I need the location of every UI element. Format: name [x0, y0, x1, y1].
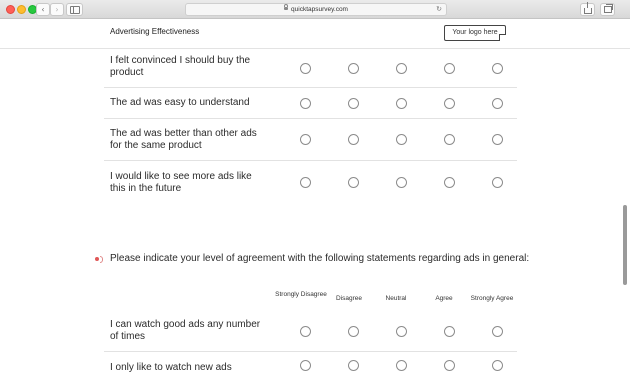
page-curl-icon [499, 34, 506, 41]
sidebar-icon [69, 6, 80, 14]
matrix-row: The ad was easy to understand [104, 88, 517, 119]
row-label: The ad was better than other ads for the… [110, 128, 257, 151]
page-scrollbar[interactable] [623, 205, 627, 285]
radio-option[interactable] [492, 177, 503, 188]
audio-required-icon [95, 256, 103, 263]
radio-option[interactable] [492, 63, 503, 74]
radio-option[interactable] [348, 63, 359, 74]
radio-option[interactable] [396, 360, 407, 371]
tabs-icon [603, 4, 613, 13]
tabs-button[interactable] [600, 3, 615, 16]
radio-option[interactable] [444, 177, 455, 188]
radio-option[interactable] [492, 98, 503, 109]
address-url: quicktapsurvey.com [291, 6, 348, 13]
radio-option[interactable] [300, 98, 311, 109]
radio-option[interactable] [444, 63, 455, 74]
matrix-row: I only like to watch new ads [104, 352, 517, 380]
radio-option[interactable] [396, 177, 407, 188]
matrix-row: I would like to see more ads like this i… [104, 161, 517, 205]
row-label: I felt convinced I should buy the produc… [110, 55, 251, 78]
radio-option[interactable] [444, 98, 455, 109]
radio-option[interactable] [300, 326, 311, 337]
address-bar[interactable]: quicktapsurvey.com ↻ [185, 3, 447, 16]
logo-text: Your logo here [452, 29, 498, 36]
radio-option[interactable] [396, 326, 407, 337]
sidebar-button[interactable] [66, 3, 83, 16]
row-label: I can watch good ads any number of times [110, 319, 261, 342]
radio-option[interactable] [300, 63, 311, 74]
radio-option[interactable] [348, 360, 359, 371]
row-label: I only like to watch new ads [110, 362, 232, 373]
survey-header: Advertising Effectiveness Your logo here [0, 19, 630, 49]
radio-option[interactable] [396, 134, 407, 145]
minimize-window-button[interactable] [17, 5, 26, 14]
browser-toolbar: ‹ › quicktapsurvey.com ↻ [0, 0, 630, 19]
radio-option[interactable] [444, 326, 455, 337]
matrix-row: I can watch good ads any number of times [104, 312, 517, 352]
reload-icon[interactable]: ↻ [436, 4, 442, 15]
back-button[interactable]: ‹ [36, 3, 50, 16]
radio-option[interactable] [300, 134, 311, 145]
matrix-row: The ad was better than other ads for the… [104, 119, 517, 161]
radio-option[interactable] [300, 360, 311, 371]
matrix-row: I felt convinced I should buy the produc… [104, 49, 517, 88]
share-button[interactable] [580, 2, 595, 16]
radio-option[interactable] [348, 134, 359, 145]
forward-button[interactable]: › [50, 3, 64, 16]
radio-option[interactable] [300, 177, 311, 188]
radio-option[interactable] [492, 326, 503, 337]
radio-option[interactable] [348, 98, 359, 109]
radio-option[interactable] [492, 134, 503, 145]
radio-option[interactable] [444, 360, 455, 371]
radio-option[interactable] [492, 360, 503, 371]
logo-placeholder: Your logo here [444, 25, 506, 41]
row-label: The ad was easy to understand [110, 97, 250, 108]
row-label: I would like to see more ads like this i… [110, 171, 252, 194]
forward-icon: › [55, 5, 59, 14]
radio-option[interactable] [396, 63, 407, 74]
radio-option[interactable] [348, 326, 359, 337]
close-window-button[interactable] [6, 5, 15, 14]
column-header: Strongly Agree [470, 295, 514, 302]
radio-option[interactable] [396, 98, 407, 109]
radio-option[interactable] [444, 134, 455, 145]
survey-title: Advertising Effectiveness [110, 27, 200, 36]
lock-icon [284, 4, 289, 10]
radio-option[interactable] [348, 177, 359, 188]
back-icon: ‹ [41, 5, 45, 14]
share-icon [583, 2, 592, 14]
question-title: Please indicate your level of agreement … [110, 253, 530, 264]
